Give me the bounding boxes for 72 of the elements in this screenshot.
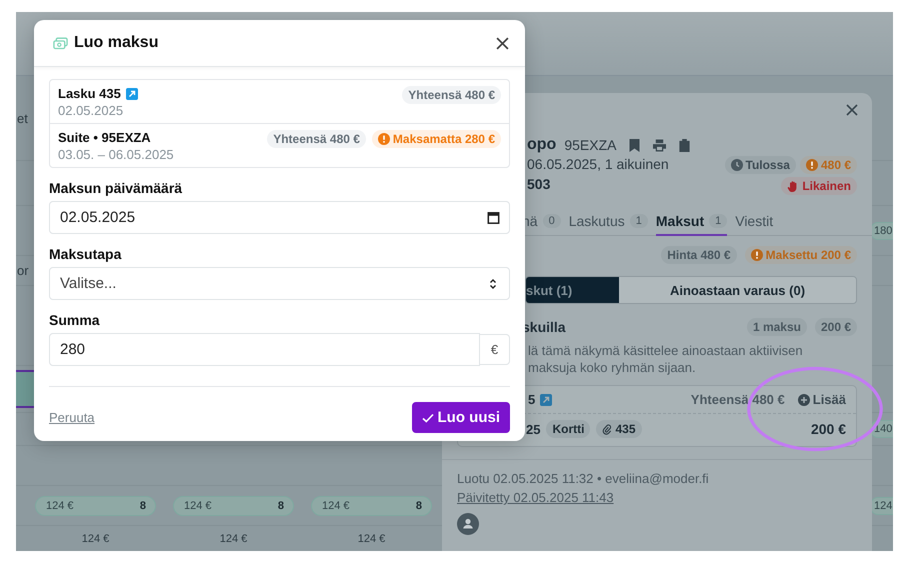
count-badge: 200 € — [814, 318, 857, 336]
tab-count: 1 — [630, 214, 648, 228]
alert-icon — [750, 249, 763, 261]
invoice-total: Yhteensä 480 € — [690, 392, 785, 407]
payment-date: 25 — [526, 422, 540, 436]
alert-icon — [378, 133, 390, 145]
hand-icon — [787, 180, 800, 192]
select-field[interactable]: Valitse... — [49, 267, 510, 300]
currency-addon: € — [480, 334, 510, 365]
item-title: Lasku 435 — [58, 86, 121, 101]
total-badge: Yhteensä 480 € — [402, 86, 501, 104]
segment-tab[interactable]: Ainoastaan varaus (0) — [619, 277, 856, 303]
booking-bar[interactable] — [16, 370, 34, 408]
tab-count: 1 — [709, 214, 728, 228]
field-label: Maksun päivämäärä — [49, 180, 184, 196]
check-icon — [422, 412, 434, 424]
bookmark-icon[interactable] — [628, 138, 642, 152]
total-badge: Hinta 480 € — [661, 246, 737, 264]
avatar-icon[interactable] — [457, 513, 479, 535]
create-button[interactable]: Luo uusi — [412, 402, 510, 433]
booking-code: 95EXZA — [564, 137, 616, 153]
row-label: et — [16, 110, 28, 126]
updated-link[interactable]: Päivitetty 02.05.2025 11:43 — [457, 490, 614, 505]
booking-title: opo — [527, 136, 556, 154]
calendar-icon[interactable] — [487, 211, 500, 224]
clock-icon — [730, 159, 742, 171]
payment-amount: 200 € — [810, 421, 846, 437]
price-label: 124 € — [356, 532, 386, 544]
price-pill[interactable]: 124 € 8 — [311, 496, 432, 516]
paperclip-icon — [602, 424, 612, 434]
price-pill[interactable]: 124 — [870, 496, 893, 514]
alert-icon — [806, 159, 818, 171]
tab[interactable]: Maksut 1 — [656, 213, 728, 236]
price-pill[interactable]: 180 — [870, 222, 893, 240]
print-icon[interactable] — [653, 138, 666, 152]
plus-circle-icon — [798, 394, 810, 406]
price-label: 124 € — [218, 532, 248, 544]
price-pill[interactable]: 124 € 8 — [35, 496, 156, 516]
field-label: Maksutapa — [49, 246, 122, 262]
add-button[interactable]: Lisää — [798, 392, 846, 407]
total-badge: Yhteensä 480 € — [267, 130, 366, 148]
item-title: Suite • 95EXZA — [58, 130, 151, 145]
total-badge: Tulossa — [724, 156, 796, 174]
total-badge: Maksamatta 280 € — [372, 130, 501, 148]
segment-tab[interactable]: skut (1) — [526, 277, 619, 303]
field-label: Summa — [49, 312, 101, 328]
price-label: 124 € — [80, 532, 110, 544]
tab[interactable]: Laskutus 1 — [568, 213, 648, 236]
money-icon — [53, 36, 68, 50]
chevron-updown-icon — [487, 278, 499, 290]
room-number: 503 — [527, 176, 552, 192]
count-badge: 1 maksu — [746, 318, 807, 336]
tab[interactable]: Viestit — [735, 213, 774, 236]
info-text: lä tämä näkymä käsittelee ainoastaan aktiivisen maksuja koko ryhmän sijaan. — [528, 342, 804, 376]
dialog-title: Luo maksu — [74, 34, 158, 52]
created-text: Luotu 02.05.2025 11:32 • eveliina@moder.fi — [457, 471, 709, 486]
item-date: 02.05.2025 — [58, 103, 124, 118]
cancel-link[interactable]: Peruuta — [49, 410, 95, 425]
invoice-ref: 435 — [596, 420, 642, 438]
tab-count: 0 — [542, 214, 561, 228]
clipboard-icon[interactable] — [678, 138, 692, 152]
item-date: 03.05. – 06.05.2025 — [58, 147, 174, 162]
payment-method: Kortti — [546, 420, 590, 438]
price-pill[interactable]: 124 € 8 — [173, 496, 294, 516]
status-badge: Likainen — [781, 177, 857, 195]
total-badge: Maksettu 200 € — [744, 246, 857, 264]
booking-dates: 06.05.2025, 1 aikuinen — [527, 156, 669, 172]
row-label: or — [16, 263, 29, 278]
total-badge: 480 € — [800, 156, 857, 174]
invoice-title: 5 — [528, 392, 536, 407]
amount-field[interactable]: 280 — [49, 333, 480, 366]
date-field[interactable]: 02.05.2025 — [49, 201, 510, 234]
